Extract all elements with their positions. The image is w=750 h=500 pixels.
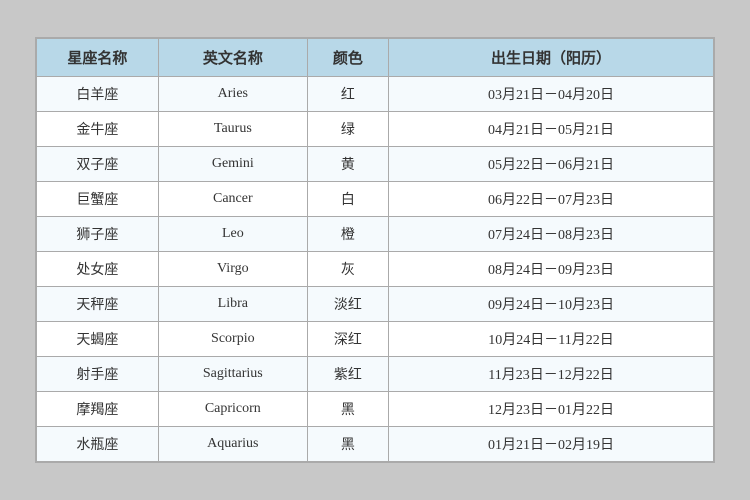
table-row: 水瓶座Aquarius黑01月21日－02月19日	[37, 427, 714, 462]
table-body: 白羊座Aries红03月21日－04月20日金牛座Taurus绿04月21日－0…	[37, 77, 714, 462]
table-header-row: 星座名称 英文名称 颜色 出生日期（阳历）	[37, 39, 714, 77]
cell-english: Libra	[158, 287, 307, 322]
cell-color: 橙	[307, 217, 388, 252]
cell-english: Leo	[158, 217, 307, 252]
table-row: 白羊座Aries红03月21日－04月20日	[37, 77, 714, 112]
table-row: 巨蟹座Cancer白06月22日－07月23日	[37, 182, 714, 217]
table-row: 天蝎座Scorpio深红10月24日－11月22日	[37, 322, 714, 357]
header-date: 出生日期（阳历）	[389, 39, 714, 77]
table-row: 天秤座Libra淡红09月24日－10月23日	[37, 287, 714, 322]
cell-date: 11月23日－12月22日	[389, 357, 714, 392]
cell-date: 03月21日－04月20日	[389, 77, 714, 112]
cell-chinese: 白羊座	[37, 77, 159, 112]
cell-chinese: 巨蟹座	[37, 182, 159, 217]
cell-chinese: 金牛座	[37, 112, 159, 147]
cell-english: Aquarius	[158, 427, 307, 462]
cell-english: Scorpio	[158, 322, 307, 357]
table-row: 狮子座Leo橙07月24日－08月23日	[37, 217, 714, 252]
cell-chinese: 水瓶座	[37, 427, 159, 462]
cell-date: 04月21日－05月21日	[389, 112, 714, 147]
cell-chinese: 摩羯座	[37, 392, 159, 427]
table-row: 金牛座Taurus绿04月21日－05月21日	[37, 112, 714, 147]
table-row: 射手座Sagittarius紫红11月23日－12月22日	[37, 357, 714, 392]
cell-date: 06月22日－07月23日	[389, 182, 714, 217]
cell-english: Cancer	[158, 182, 307, 217]
header-color: 颜色	[307, 39, 388, 77]
cell-english: Aries	[158, 77, 307, 112]
table-row: 处女座Virgo灰08月24日－09月23日	[37, 252, 714, 287]
cell-chinese: 射手座	[37, 357, 159, 392]
table-row: 双子座Gemini黄05月22日－06月21日	[37, 147, 714, 182]
cell-date: 09月24日－10月23日	[389, 287, 714, 322]
header-chinese: 星座名称	[37, 39, 159, 77]
zodiac-table-container: 星座名称 英文名称 颜色 出生日期（阳历） 白羊座Aries红03月21日－04…	[35, 37, 715, 463]
cell-english: Sagittarius	[158, 357, 307, 392]
cell-color: 黄	[307, 147, 388, 182]
cell-date: 12月23日－01月22日	[389, 392, 714, 427]
cell-chinese: 狮子座	[37, 217, 159, 252]
cell-color: 黑	[307, 427, 388, 462]
cell-chinese: 双子座	[37, 147, 159, 182]
cell-english: Capricorn	[158, 392, 307, 427]
cell-english: Virgo	[158, 252, 307, 287]
cell-chinese: 处女座	[37, 252, 159, 287]
cell-color: 红	[307, 77, 388, 112]
cell-date: 01月21日－02月19日	[389, 427, 714, 462]
cell-date: 07月24日－08月23日	[389, 217, 714, 252]
cell-color: 紫红	[307, 357, 388, 392]
cell-chinese: 天蝎座	[37, 322, 159, 357]
zodiac-table: 星座名称 英文名称 颜色 出生日期（阳历） 白羊座Aries红03月21日－04…	[36, 38, 714, 462]
header-english: 英文名称	[158, 39, 307, 77]
cell-date: 05月22日－06月21日	[389, 147, 714, 182]
cell-color: 白	[307, 182, 388, 217]
cell-color: 灰	[307, 252, 388, 287]
cell-english: Taurus	[158, 112, 307, 147]
cell-color: 淡红	[307, 287, 388, 322]
cell-english: Gemini	[158, 147, 307, 182]
table-row: 摩羯座Capricorn黑12月23日－01月22日	[37, 392, 714, 427]
cell-color: 黑	[307, 392, 388, 427]
cell-color: 深红	[307, 322, 388, 357]
cell-date: 10月24日－11月22日	[389, 322, 714, 357]
cell-chinese: 天秤座	[37, 287, 159, 322]
cell-date: 08月24日－09月23日	[389, 252, 714, 287]
cell-color: 绿	[307, 112, 388, 147]
